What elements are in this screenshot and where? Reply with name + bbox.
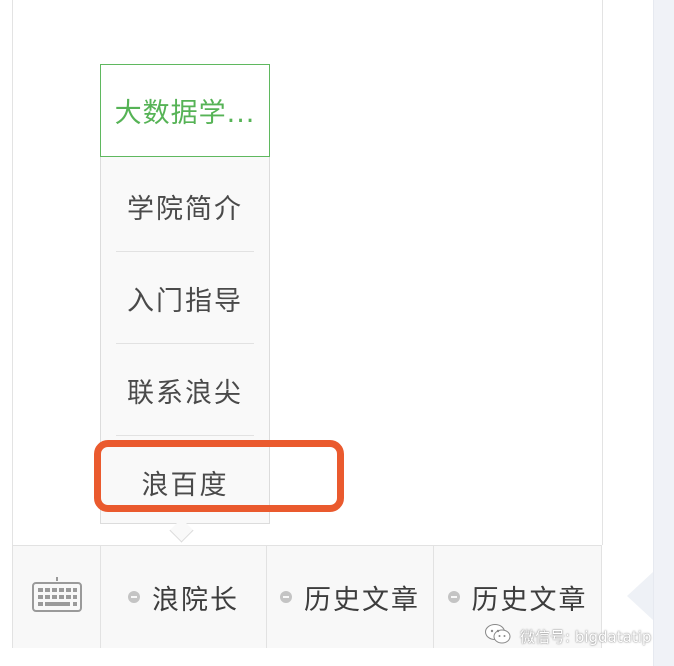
submenu-item-guide[interactable]: 入门指导: [101, 252, 269, 344]
left-border: [12, 0, 13, 545]
submenu-item-label: 入门指导: [127, 285, 243, 317]
gutter-stripe: [653, 0, 674, 666]
menu-button-label: 历史文章: [471, 584, 588, 616]
watermark: 微信号: bigdatatip: [484, 622, 651, 650]
submenu-indicator-icon: [447, 591, 460, 603]
submenu-item-label: 浪百度: [141, 469, 229, 501]
submenu-item-intro[interactable]: 学院简介: [101, 160, 269, 252]
submenu-item-langbaidu[interactable]: 浪百度: [101, 436, 269, 528]
submenu-list: 学院简介 入门指导 联系浪尖 浪百度: [100, 157, 270, 524]
menu-button-history-1[interactable]: 历史文章: [267, 546, 434, 648]
keyboard-icon: [31, 575, 83, 619]
keyboard-toggle-button[interactable]: [13, 546, 101, 648]
submenu-indicator-icon: [280, 591, 292, 603]
submenu-header[interactable]: 大数据学...: [100, 64, 270, 157]
submenu-indicator-icon: [128, 591, 140, 603]
watermark-text: 微信号: bigdatatip: [520, 627, 652, 646]
right-gutter: [603, 0, 674, 666]
gutter-notch: [627, 572, 653, 620]
menu-button-label: 历史文章: [304, 584, 420, 616]
menu-button-label: 浪院长: [152, 584, 239, 616]
submenu-item-label: 联系浪尖: [127, 377, 243, 409]
menu-button-langyuanzhang[interactable]: 浪院长: [101, 546, 267, 648]
submenu-item-contact[interactable]: 联系浪尖: [101, 344, 269, 436]
submenu-header-label: 大数据学...: [114, 98, 256, 129]
submenu-item-label: 学院简介: [127, 193, 243, 225]
wechat-icon: [484, 623, 512, 649]
